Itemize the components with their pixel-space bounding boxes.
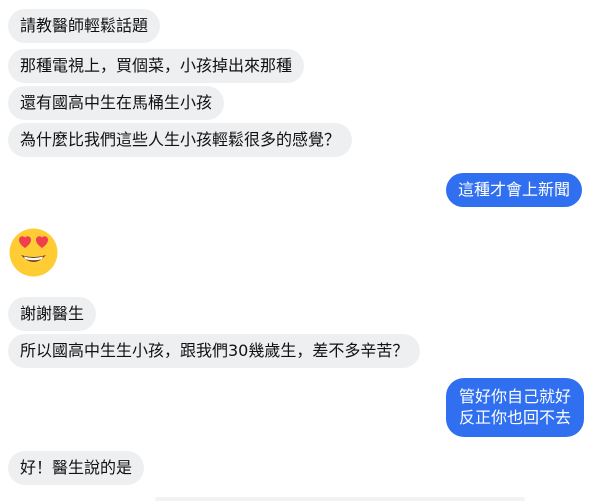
message-bubble-incoming[interactable]: 為什麼比我們這些人生小孩輕鬆很多的感覺？ xyxy=(8,123,353,157)
message-bubble-outgoing[interactable]: 管好你自己就好 反正你也回不去 xyxy=(446,378,585,437)
message-bubble-incoming[interactable]: 請教醫師輕鬆話題 xyxy=(8,9,161,43)
message-text: 謝謝醫生 xyxy=(20,304,85,323)
message-text: 這種才會上新聞 xyxy=(458,180,571,199)
message-bubble-incoming[interactable]: 還有國高中生在馬桶生小孩 xyxy=(8,86,225,120)
message-bubble-incoming[interactable]: 謝謝醫生 xyxy=(8,297,97,331)
message-text-line: 管好你自己就好 xyxy=(459,387,572,406)
message-bubble-incoming[interactable]: 好！醫生說的是 xyxy=(8,451,145,485)
message-text: 為什麼比我們這些人生小孩輕鬆很多的感覺？ xyxy=(20,130,341,149)
message-text-line: 反正你也回不去 xyxy=(459,408,572,427)
message-text: 還有國高中生在馬桶生小孩 xyxy=(20,93,213,112)
message-text: 好！醫生說的是 xyxy=(20,458,133,477)
message-bubble-outgoing[interactable]: 這種才會上新聞 xyxy=(446,173,583,207)
heart-eyes-emoji-icon[interactable] xyxy=(8,227,59,278)
message-text: 所以國高中生生小孩，跟我們30幾歲生，差不多辛苦？ xyxy=(20,341,409,360)
message-bubble-incoming[interactable]: 那種電視上，買個菜，小孩掉出來那種 xyxy=(8,49,305,83)
message-text: 那種電視上，買個菜，小孩掉出來那種 xyxy=(20,56,293,75)
message-bubble-incoming[interactable]: 所以國高中生生小孩，跟我們30幾歲生，差不多辛苦？ xyxy=(8,334,421,368)
message-text: 請教醫師輕鬆話題 xyxy=(20,16,149,35)
chat-thread: 請教醫師輕鬆話題 那種電視上，買個菜，小孩掉出來那種 還有國高中生在馬桶生小孩 … xyxy=(0,0,600,501)
home-indicator xyxy=(155,497,525,501)
